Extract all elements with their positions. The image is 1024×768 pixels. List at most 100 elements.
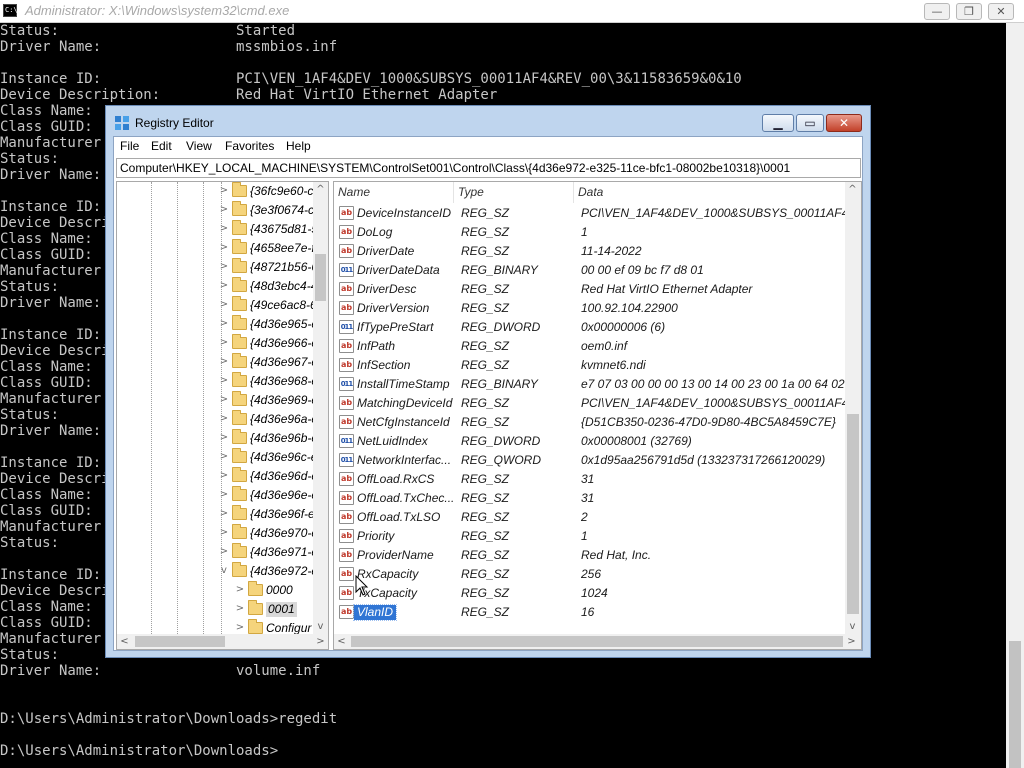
registry-value-row[interactable]: ab DriverDesc REG_SZ Red Hat VirtIO Etherne…: [334, 280, 844, 299]
menu-help[interactable]: Help: [286, 139, 311, 153]
address-bar[interactable]: Computer\HKEY_LOCAL_MACHINE\SYSTEM\Contr…: [116, 158, 861, 178]
value-name[interactable]: NetCfgInstanceId: [357, 415, 457, 430]
tree-node-label[interactable]: 0000: [266, 583, 293, 598]
tree-node-label[interactable]: {4d36e970-e: [250, 526, 318, 541]
registry-value-row[interactable]: ab TxCapacity REG_SZ 1024: [334, 584, 844, 603]
values-horizontal-thumb[interactable]: [351, 636, 843, 647]
cmd-titlebar[interactable]: C:\ Administrator: X:\Windows\system32\c…: [0, 0, 1024, 23]
collapsed-chevron-icon[interactable]: >: [219, 223, 229, 235]
tree-node[interactable]: > {48d3ebc4-4: [117, 277, 327, 296]
cmd-minimize-button[interactable]: —: [924, 3, 950, 20]
values-scroll-up-arrow[interactable]: ^: [845, 182, 860, 197]
tree-node[interactable]: > {4d36e96c-e: [117, 448, 327, 467]
value-name[interactable]: DriverDateData: [357, 263, 457, 278]
value-name[interactable]: MatchingDeviceId: [357, 396, 457, 411]
registry-value-row[interactable]: ab DoLog REG_SZ 1: [334, 223, 844, 242]
tree-node[interactable]: > {4d36e969-e: [117, 391, 327, 410]
tree-node[interactable]: > {4d36e965-e: [117, 315, 327, 334]
tree-node-label[interactable]: {4d36e96b-e: [250, 431, 318, 446]
tree-node-label[interactable]: 0001: [266, 602, 297, 617]
registry-value-row[interactable]: 011 NetLuidIndex REG_DWORD 0x00008001 (3276…: [334, 432, 844, 451]
tree-node-label[interactable]: {43675d81-5: [250, 222, 318, 237]
collapsed-chevron-icon[interactable]: >: [235, 603, 245, 615]
registry-value-row[interactable]: ab NetCfgInstanceId REG_SZ {D51CB350-0236-4…: [334, 413, 844, 432]
collapsed-chevron-icon[interactable]: >: [219, 546, 229, 558]
tree-node-label[interactable]: {4d36e96c-e: [250, 450, 317, 465]
tree-node[interactable]: > {4658ee7e-f: [117, 239, 327, 258]
tree-node-label[interactable]: {4d36e96f-e: [250, 507, 315, 522]
tree-node[interactable]: > {4d36e96a-e: [117, 410, 327, 429]
tree-node[interactable]: > {4d36e968-e: [117, 372, 327, 391]
value-name[interactable]: DriverDate: [357, 244, 457, 259]
tree-node[interactable]: > {48721b56-6: [117, 258, 327, 277]
tree-node-label[interactable]: {36fc9e60-c: [250, 184, 313, 199]
tree-node-label[interactable]: {4d36e96a-e: [250, 412, 318, 427]
registry-value-row[interactable]: 011 DriverDateData REG_BINARY 00 00 ef 09 b…: [334, 261, 844, 280]
collapsed-chevron-icon[interactable]: >: [219, 299, 229, 311]
tree-horizontal-thumb[interactable]: [135, 636, 225, 647]
tree-scroll-up-arrow[interactable]: ^: [313, 182, 328, 197]
tree-node-label[interactable]: {4d36e96d-e: [250, 469, 318, 484]
collapsed-chevron-icon[interactable]: >: [219, 508, 229, 520]
registry-value-row[interactable]: ab Priority REG_SZ 1: [334, 527, 844, 546]
values-vertical-thumb[interactable]: [847, 414, 859, 614]
tree-horizontal-scrollbar[interactable]: < >: [117, 634, 328, 649]
tree-node[interactable]: >0000: [117, 581, 327, 600]
registry-tree-pane[interactable]: > {36fc9e60-c > {3e3f0674-c > {43675d81-5 > {46…: [116, 181, 329, 650]
value-name[interactable]: InfPath: [357, 339, 457, 354]
collapsed-chevron-icon[interactable]: >: [219, 185, 229, 197]
column-header-type[interactable]: Type: [454, 182, 574, 203]
tree-node-label[interactable]: {4d36e96e-e: [250, 488, 318, 503]
collapsed-chevron-icon[interactable]: >: [219, 337, 229, 349]
collapsed-chevron-icon[interactable]: >: [219, 432, 229, 444]
collapsed-chevron-icon[interactable]: >: [219, 527, 229, 539]
values-scroll-right-arrow[interactable]: >: [844, 634, 859, 649]
tree-scroll-left-arrow[interactable]: <: [117, 634, 132, 649]
values-horizontal-scrollbar[interactable]: < >: [334, 634, 861, 649]
tree-scroll-down-arrow[interactable]: v: [313, 619, 328, 634]
column-header-data[interactable]: Data: [574, 182, 845, 203]
regedit-minimize-button[interactable]: ▁: [762, 114, 794, 132]
tree-node[interactable]: > {3e3f0674-c: [117, 201, 327, 220]
value-name[interactable]: OffLoad.TxChec...: [357, 491, 457, 506]
collapsed-chevron-icon[interactable]: >: [219, 280, 229, 292]
regedit-maximize-button[interactable]: ▭: [796, 114, 824, 132]
menu-favorites[interactable]: Favorites: [225, 139, 274, 153]
registry-value-row[interactable]: ab ProviderName REG_SZ Red Hat, Inc.: [334, 546, 844, 565]
tree-node[interactable]: > {43675d81-5: [117, 220, 327, 239]
registry-value-row[interactable]: ab MatchingDeviceId REG_SZ PCI\VEN_1AF4&DEV…: [334, 394, 846, 413]
tree-node-label[interactable]: {4d36e967-e: [250, 355, 318, 370]
menu-view[interactable]: View: [186, 139, 212, 153]
registry-value-row[interactable]: ab DeviceInstanceID REG_SZ PCI\VEN_1AF4&DEV…: [334, 204, 846, 223]
tree-node-label[interactable]: {4d36e968-e: [250, 374, 318, 389]
collapsed-chevron-icon[interactable]: >: [219, 356, 229, 368]
regedit-titlebar[interactable]: Registry Editor ▁ ▭ ✕: [106, 106, 870, 136]
registry-value-row[interactable]: ab DriverVersion REG_SZ 100.92.104.22900: [334, 299, 844, 318]
value-name[interactable]: Priority: [357, 529, 457, 544]
collapsed-chevron-icon[interactable]: >: [219, 394, 229, 406]
registry-value-row[interactable]: ab OffLoad.TxChec... REG_SZ 31: [334, 489, 844, 508]
value-name[interactable]: IfTypePreStart: [357, 320, 457, 335]
value-name[interactable]: ProviderName: [357, 548, 457, 563]
tree-node-label[interactable]: {4d36e969-e: [250, 393, 318, 408]
registry-value-row[interactable]: ab VlanID REG_SZ 16: [334, 603, 844, 622]
tree-node[interactable]: > {4d36e966-e: [117, 334, 327, 353]
tree-node-label[interactable]: {4658ee7e-f: [250, 241, 315, 256]
value-name[interactable]: InfSection: [357, 358, 457, 373]
values-scroll-left-arrow[interactable]: <: [334, 634, 349, 649]
cmd-scroll-thumb[interactable]: [1009, 641, 1021, 768]
value-name[interactable]: TxCapacity: [357, 586, 457, 601]
tree-node-label[interactable]: {49ce6ac8-6: [250, 298, 317, 313]
cmd-maximize-button[interactable]: ❐: [956, 3, 982, 20]
values-scroll-down-arrow[interactable]: v: [845, 619, 860, 634]
value-name[interactable]: InstallTimeStamp: [357, 377, 457, 392]
values-vertical-scrollbar[interactable]: ^ v: [845, 182, 861, 634]
tree-node-label[interactable]: {48721b56-6: [250, 260, 318, 275]
column-header-name[interactable]: Name: [334, 182, 454, 203]
value-name[interactable]: NetLuidIndex: [357, 434, 457, 449]
registry-value-row[interactable]: ab OffLoad.RxCS REG_SZ 31: [334, 470, 844, 489]
cmd-close-button[interactable]: ✕: [988, 3, 1014, 20]
regedit-close-button[interactable]: ✕: [826, 114, 862, 132]
tree-vertical-scrollbar[interactable]: ^ v: [313, 182, 328, 634]
tree-scroll-right-arrow[interactable]: >: [313, 634, 328, 649]
